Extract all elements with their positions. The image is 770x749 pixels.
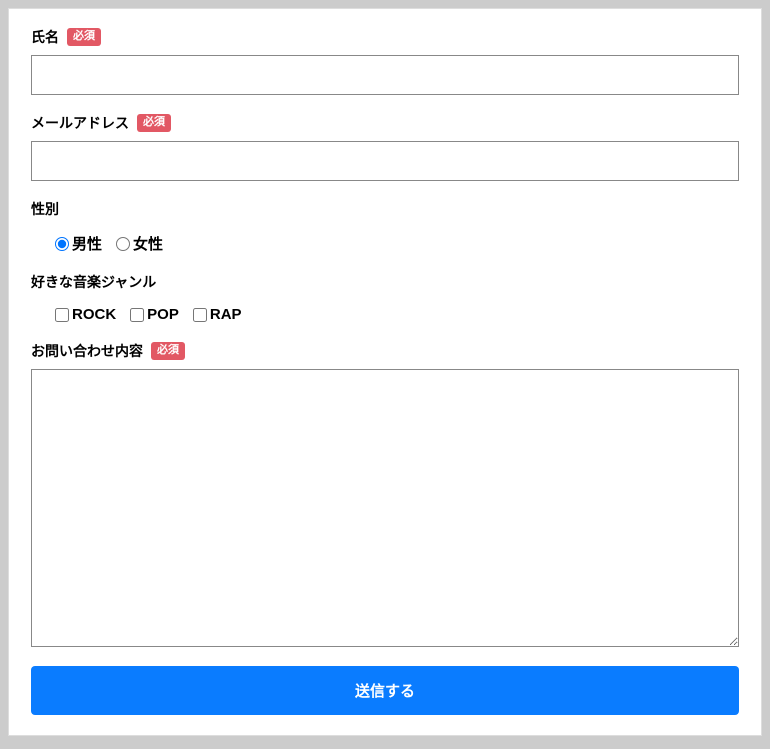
submit-button[interactable]: 送信する	[31, 666, 739, 715]
genre-label: 好きな音楽ジャンル	[31, 272, 156, 292]
genre-group: 好きな音楽ジャンル ROCK POP RAP	[31, 272, 739, 323]
gender-radio-female[interactable]	[116, 237, 130, 251]
message-label: お問い合わせ内容	[31, 341, 143, 361]
genre-option-pop[interactable]: POP	[130, 306, 179, 323]
genre-option-label: RAP	[210, 306, 242, 323]
gender-option-label: 男性	[72, 233, 102, 254]
email-label-row: メールアドレス 必須	[31, 113, 739, 133]
name-label-row: 氏名 必須	[31, 27, 739, 47]
required-badge: 必須	[151, 342, 185, 359]
required-badge: 必須	[67, 28, 101, 45]
genre-checkbox-pop[interactable]	[130, 308, 144, 322]
genre-label-row: 好きな音楽ジャンル	[31, 272, 739, 292]
email-input[interactable]	[31, 141, 739, 181]
genre-options: ROCK POP RAP	[31, 300, 739, 323]
message-label-row: お問い合わせ内容 必須	[31, 341, 739, 361]
gender-group: 性別 男性 女性	[31, 199, 739, 254]
name-input[interactable]	[31, 55, 739, 95]
genre-checkbox-rap[interactable]	[193, 308, 207, 322]
message-group: お問い合わせ内容 必須	[31, 341, 739, 652]
gender-option-label: 女性	[133, 233, 163, 254]
name-group: 氏名 必須	[31, 27, 739, 95]
name-label: 氏名	[31, 27, 59, 47]
required-badge: 必須	[137, 114, 171, 131]
genre-option-label: POP	[147, 306, 179, 323]
email-group: メールアドレス 必須	[31, 113, 739, 181]
gender-options: 男性 女性	[31, 227, 739, 254]
genre-option-label: ROCK	[72, 306, 116, 323]
gender-radio-male[interactable]	[55, 237, 69, 251]
gender-label-row: 性別	[31, 199, 739, 219]
contact-form: 氏名 必須 メールアドレス 必須 性別 男性 女性 好きな音楽ジャンル	[8, 8, 762, 736]
gender-option-male[interactable]: 男性	[55, 233, 102, 254]
genre-option-rap[interactable]: RAP	[193, 306, 242, 323]
email-label: メールアドレス	[31, 113, 129, 133]
gender-option-female[interactable]: 女性	[116, 233, 163, 254]
message-textarea[interactable]	[31, 369, 739, 647]
genre-checkbox-rock[interactable]	[55, 308, 69, 322]
gender-label: 性別	[31, 199, 59, 219]
genre-option-rock[interactable]: ROCK	[55, 306, 116, 323]
